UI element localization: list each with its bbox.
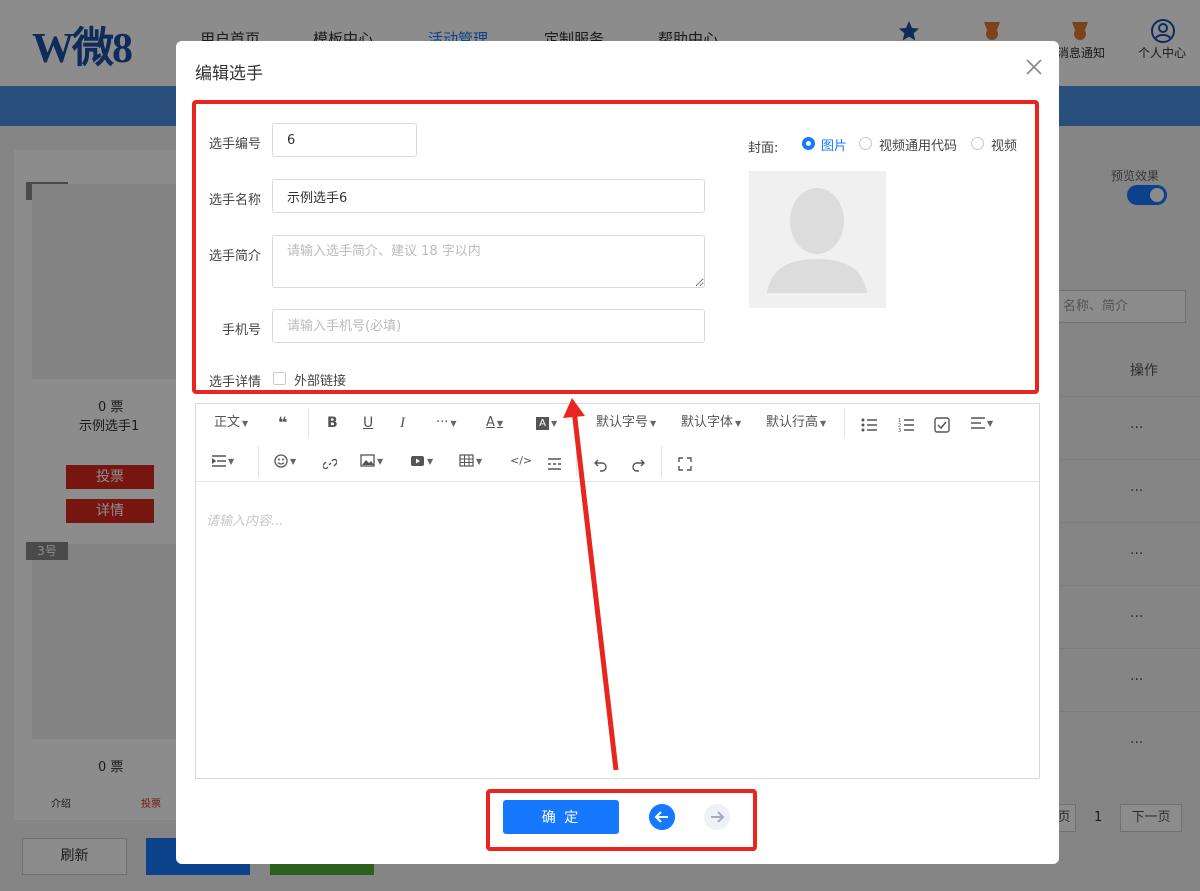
annotation-arrow [563,398,619,771]
